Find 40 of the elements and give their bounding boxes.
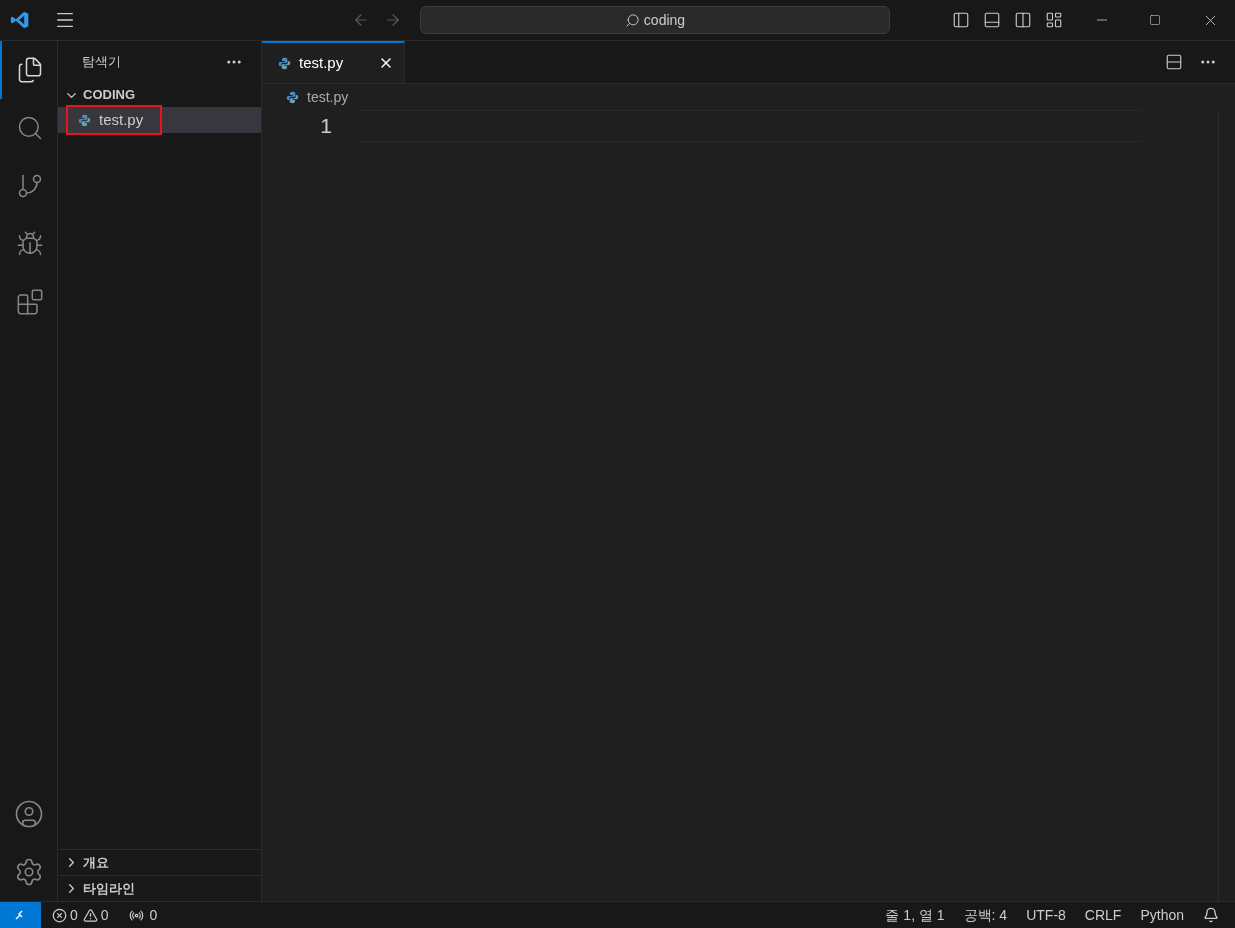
folder-header[interactable]: CODING	[58, 83, 261, 107]
split-editor-icon[interactable]	[1165, 53, 1183, 71]
status-item[interactable]: 공백: 4	[963, 904, 1008, 926]
sidebar-title: 탐색기	[82, 53, 121, 72]
section-title: 개요	[83, 853, 109, 872]
problems-item[interactable]: 0 0	[52, 904, 109, 926]
editor-tab[interactable]: test.py	[262, 41, 405, 83]
layout-icon[interactable]	[1045, 11, 1063, 29]
maximize-icon[interactable]	[1149, 14, 1161, 26]
blocks-icon	[15, 288, 44, 316]
tab-label: test.py	[299, 52, 344, 73]
warning-icon	[82, 907, 98, 923]
status-item[interactable]: UTF-8	[1026, 904, 1066, 926]
section-title: 타임라인	[83, 879, 135, 898]
line-number: 1	[319, 113, 332, 139]
python-file-icon	[78, 113, 91, 127]
file-name: test.py	[99, 109, 144, 130]
python-file-icon	[286, 90, 299, 104]
panel-toggle-icon[interactable]	[983, 11, 1001, 29]
app-logo-icon	[10, 10, 30, 30]
sidebar-toggle-icon[interactable]	[952, 11, 970, 29]
python-file-icon	[278, 56, 291, 70]
search-icon	[624, 12, 640, 28]
secondary-sidebar-icon[interactable]	[1014, 11, 1032, 29]
search-text: coding	[643, 10, 686, 30]
breadcrumb-item[interactable]: test.py	[307, 86, 349, 108]
ports-item[interactable]: 0	[128, 904, 158, 926]
status-item[interactable]: CRLF	[1084, 904, 1122, 926]
status-item[interactable]: 줄 1, 열 1	[885, 904, 945, 926]
account-icon	[13, 799, 44, 829]
status-item[interactable]: Python	[1140, 904, 1184, 926]
error-icon	[52, 907, 67, 923]
command-search-field[interactable]: coding	[420, 6, 890, 34]
folder-name: CODING	[83, 86, 135, 105]
file-item[interactable]: test.py	[58, 107, 261, 133]
back-icon[interactable]	[352, 11, 370, 29]
bug-icon	[15, 230, 44, 258]
forward-icon[interactable]	[384, 11, 402, 29]
section-header[interactable]: 개요	[58, 849, 261, 875]
notification-icon[interactable]	[1203, 907, 1219, 923]
